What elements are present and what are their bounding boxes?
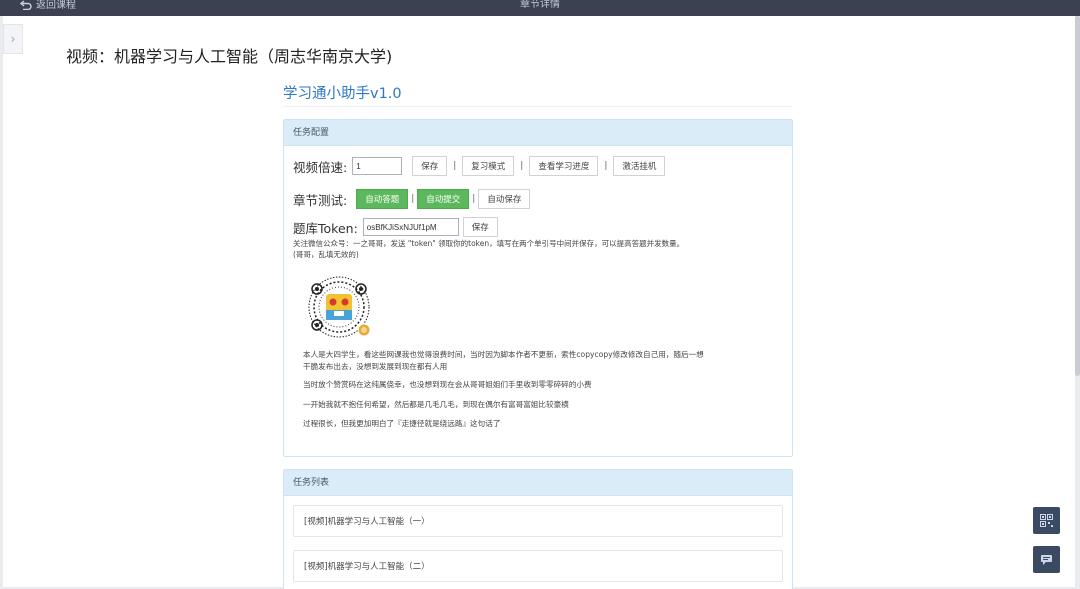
- speed-input[interactable]: [352, 157, 403, 175]
- helper-divider: [283, 106, 793, 107]
- token-row: 题库Token: 保存: [293, 217, 498, 237]
- qr-icon: [1040, 514, 1053, 527]
- task-item[interactable]: [视频]机器学习与人工智能（二）: [293, 550, 783, 582]
- page-scrollbar[interactable]: [1075, 16, 1080, 376]
- page-content: › 视频：机器学习与人工智能（周志华南京大学) 学习通小助手v1.0 任务配置 …: [3, 16, 1075, 589]
- sidebar-toggle-button[interactable]: ›: [3, 24, 23, 54]
- auto-submit-button[interactable]: 自动提交: [417, 189, 470, 209]
- wechat-note: 关注微信公众号：一之哥哥，发送 "token" 领取你的token，填写在两个单…: [293, 239, 685, 248]
- token-input[interactable]: [362, 218, 459, 236]
- task-item[interactable]: [视频]机器学习与人工智能（一）: [293, 505, 783, 537]
- speed-label: 视频倍速:: [293, 159, 348, 175]
- author-paragraph-2: 干脆发布出去，没想到发展到现在都有人用: [303, 362, 448, 371]
- separator: |: [604, 161, 608, 171]
- speed-row: 视频倍速: 保存 | 复习模式 | 查看学习进度 | 激活挂机: [293, 156, 666, 176]
- author-paragraph-5: 过程很长，但我更加明白了『走捷径就是绕远路』这句话了: [303, 419, 501, 428]
- separator: |: [453, 161, 457, 171]
- token-save-button[interactable]: 保存: [462, 217, 498, 237]
- auto-answer-button[interactable]: 自动答题: [356, 189, 409, 209]
- chapter-test-row: 章节测试: 自动答题 | 自动提交 | 自动保存: [293, 189, 531, 209]
- separator: |: [472, 194, 476, 204]
- qr-code-icon: [308, 276, 371, 338]
- separator: |: [411, 194, 415, 204]
- task-config-header: 任务配置: [284, 120, 792, 146]
- invalid-note: (哥哥，乱填无效的): [293, 250, 359, 259]
- helper-title: 学习通小助手v1.0: [283, 86, 402, 102]
- activate-button[interactable]: 激活挂机: [613, 156, 666, 176]
- author-paragraph-4: 一开始我就不抱任何希望，然后都是几毛几毛，到现在偶尔有富哥富姐比较豪横: [303, 400, 569, 409]
- task-list-header: 任务列表: [284, 470, 792, 496]
- chat-icon: [1041, 555, 1052, 565]
- top-bar: 返回课程 章节详情: [0, 0, 1080, 16]
- float-chat-button[interactable]: [1033, 546, 1060, 573]
- token-label: 题库Token:: [293, 220, 358, 236]
- review-mode-button[interactable]: 复习模式: [462, 156, 515, 176]
- scrollbar-thumb[interactable]: [1075, 16, 1080, 376]
- view-progress-button[interactable]: 查看学习进度: [529, 156, 599, 176]
- topbar-title: 章节详情: [520, 0, 560, 10]
- task-list-panel: 任务列表 [视频]机器学习与人工智能（一） [视频]机器学习与人工智能（二）: [283, 469, 793, 589]
- float-qr-button[interactable]: [1033, 507, 1060, 534]
- auto-save-button[interactable]: 自动保存: [478, 189, 531, 209]
- speed-save-button[interactable]: 保存: [412, 156, 448, 176]
- separator: |: [520, 161, 524, 171]
- chapter-test-label: 章节测试:: [293, 192, 348, 208]
- author-paragraph-3: 当时放个赞赏码在这纯属侥幸，也没想到现在会从哥哥姐姐们手里收到零零碎碎的小费: [303, 380, 592, 389]
- author-paragraph-1: 本人是大四学生，看这些网课我也觉得浪费时间，当时因为脚本作者不更新，索性copy…: [303, 350, 704, 359]
- task-config-panel: 任务配置 视频倍速: 保存 | 复习模式 | 查看学习进度 | 激活挂机 章节测…: [283, 119, 793, 457]
- page-title: 视频：机器学习与人工智能（周志华南京大学): [66, 47, 393, 66]
